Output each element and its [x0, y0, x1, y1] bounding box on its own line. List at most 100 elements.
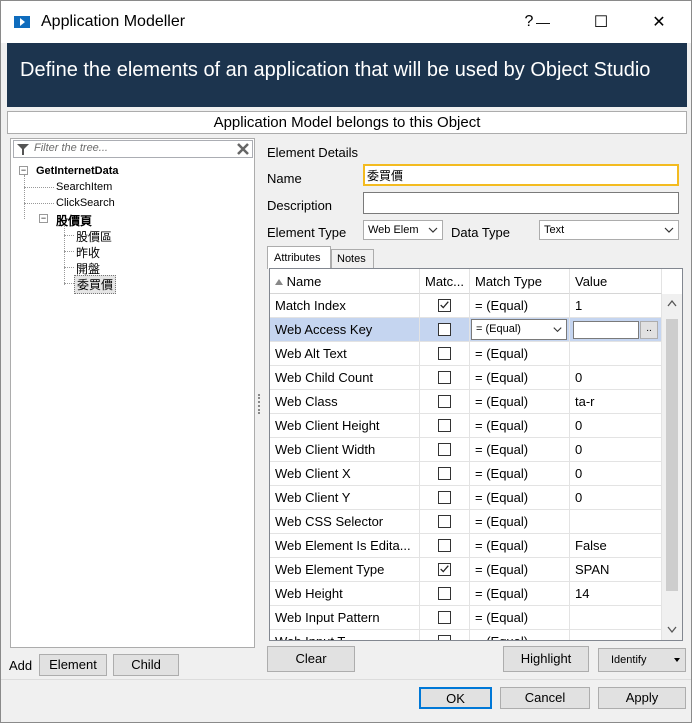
- match-checkbox[interactable]: [438, 419, 451, 432]
- cancel-button[interactable]: Cancel: [500, 687, 590, 709]
- match-type-cell[interactable]: = (Equal): [470, 510, 570, 534]
- match-checkbox[interactable]: [438, 371, 451, 384]
- match-type-cell[interactable]: = (Equal): [470, 606, 570, 630]
- match-checkbox[interactable]: [438, 323, 451, 336]
- value-cell[interactable]: 0: [570, 438, 662, 462]
- match-type-cell[interactable]: = (Equal): [470, 438, 570, 462]
- match-type-cell[interactable]: = (Equal): [470, 366, 570, 390]
- identify-dropdown[interactable]: Identify: [598, 648, 686, 672]
- match-type-cell[interactable]: = (Equal): [470, 294, 570, 318]
- clear-button[interactable]: Clear: [267, 646, 355, 672]
- table-row[interactable]: Web Input Pattern = (Equal): [270, 606, 662, 630]
- table-row[interactable]: Web Client X = (Equal) 0: [270, 462, 662, 486]
- value-cell[interactable]: ..: [570, 318, 662, 342]
- match-type-cell[interactable]: = (Equal): [470, 630, 570, 640]
- value-editor-button[interactable]: ..: [640, 321, 658, 339]
- tree-node-child[interactable]: 昨收: [76, 244, 100, 261]
- match-type-cell[interactable]: = (Equal): [470, 318, 570, 342]
- value-cell[interactable]: ta-r: [570, 390, 662, 414]
- table-row[interactable]: Web Class = (Equal) ta-r: [270, 390, 662, 414]
- close-button[interactable]: ✕: [637, 1, 681, 43]
- value-cell[interactable]: False: [570, 534, 662, 558]
- scroll-up-icon[interactable]: [667, 299, 677, 307]
- match-type-cell[interactable]: = (Equal): [470, 486, 570, 510]
- match-checkbox[interactable]: [438, 347, 451, 360]
- value-cell[interactable]: 14: [570, 582, 662, 606]
- match-type-cell[interactable]: = (Equal): [470, 558, 570, 582]
- match-type-cell[interactable]: = (Equal): [470, 534, 570, 558]
- match-type-cell[interactable]: = (Equal): [470, 342, 570, 366]
- match-checkbox[interactable]: [438, 443, 451, 456]
- maximize-button[interactable]: ☐: [579, 1, 623, 43]
- table-row[interactable]: Web Element Is Edita... = (Equal) False: [270, 534, 662, 558]
- value-cell[interactable]: 0: [570, 462, 662, 486]
- table-row[interactable]: Web CSS Selector = (Equal): [270, 510, 662, 534]
- collapse-icon[interactable]: −: [39, 214, 48, 223]
- value-input[interactable]: [573, 321, 639, 339]
- match-checkbox[interactable]: [438, 515, 451, 528]
- match-checkbox[interactable]: [438, 635, 451, 640]
- value-cell[interactable]: [570, 342, 662, 366]
- minimize-button[interactable]: —: [521, 1, 565, 43]
- value-cell[interactable]: 0: [570, 414, 662, 438]
- scrollbar-thumb[interactable]: [666, 319, 678, 591]
- match-checkbox[interactable]: [438, 539, 451, 552]
- match-type-cell[interactable]: = (Equal): [470, 462, 570, 486]
- table-row[interactable]: Web Client Width = (Equal) 0: [270, 438, 662, 462]
- match-type-cell[interactable]: = (Equal): [470, 414, 570, 438]
- value-cell[interactable]: 1: [570, 294, 662, 318]
- element-type-dropdown[interactable]: Web Elem: [363, 220, 443, 240]
- column-header-match[interactable]: Matc...: [420, 269, 470, 294]
- value-cell[interactable]: SPAN: [570, 558, 662, 582]
- match-type-cell[interactable]: = (Equal): [470, 390, 570, 414]
- name-input[interactable]: 委買價: [363, 164, 679, 186]
- match-checkbox[interactable]: [438, 467, 451, 480]
- value-cell[interactable]: [570, 630, 662, 640]
- match-checkbox[interactable]: [438, 395, 451, 408]
- value-cell[interactable]: 0: [570, 366, 662, 390]
- match-checkbox[interactable]: [438, 299, 451, 312]
- table-row[interactable]: Match Index = (Equal) 1: [270, 294, 662, 318]
- table-row[interactable]: Web Client Height = (Equal) 0: [270, 414, 662, 438]
- value-cell[interactable]: 0: [570, 486, 662, 510]
- splitter-grip[interactable]: [258, 394, 260, 414]
- table-row[interactable]: Web Access Key = (Equal)..: [270, 318, 662, 342]
- match-checkbox[interactable]: [438, 587, 451, 600]
- match-checkbox[interactable]: [438, 611, 451, 624]
- tab-attributes[interactable]: Attributes: [267, 246, 331, 269]
- attributes-grid[interactable]: Name Matc... Match Type Value Match Inde…: [269, 268, 683, 641]
- tree-filter-input[interactable]: Filter the tree...: [13, 140, 253, 158]
- table-row[interactable]: Web Alt Text = (Equal): [270, 342, 662, 366]
- match-type-cell[interactable]: = (Equal): [470, 582, 570, 606]
- table-row[interactable]: Web Child Count = (Equal) 0: [270, 366, 662, 390]
- element-tree[interactable]: Filter the tree... − GetInternetData Sea…: [10, 138, 255, 648]
- column-header-value[interactable]: Value: [570, 269, 662, 294]
- ok-button[interactable]: OK: [419, 687, 492, 709]
- apply-button[interactable]: Apply: [598, 687, 686, 709]
- value-cell[interactable]: [570, 510, 662, 534]
- table-row[interactable]: Web Element Type = (Equal) SPAN: [270, 558, 662, 582]
- table-row[interactable]: Web Height = (Equal) 14: [270, 582, 662, 606]
- tree-node-child[interactable]: 股價區: [76, 228, 112, 245]
- highlight-button[interactable]: Highlight: [503, 646, 589, 672]
- clear-filter-icon[interactable]: [236, 142, 250, 156]
- object-link-bar[interactable]: Application Model belongs to this Object: [7, 111, 687, 134]
- column-header-match-type[interactable]: Match Type: [470, 269, 570, 294]
- scroll-down-icon[interactable]: [667, 626, 677, 634]
- table-row[interactable]: Web Client Y = (Equal) 0: [270, 486, 662, 510]
- tab-notes[interactable]: Notes: [331, 249, 374, 268]
- value-cell[interactable]: [570, 606, 662, 630]
- tree-node-selected[interactable]: 委買價: [74, 275, 117, 294]
- tree-node-searchitem[interactable]: SearchItem: [56, 181, 112, 193]
- tree-node-clicksearch[interactable]: ClickSearch: [56, 197, 115, 209]
- match-checkbox[interactable]: [438, 491, 451, 504]
- match-type-dropdown[interactable]: = (Equal): [471, 319, 567, 340]
- tree-node-root[interactable]: GetInternetData: [36, 165, 119, 177]
- add-element-button[interactable]: Element: [39, 654, 107, 676]
- data-type-dropdown[interactable]: Text: [539, 220, 679, 240]
- match-checkbox[interactable]: [438, 563, 451, 576]
- table-row[interactable]: Web Input T... = (Equal): [270, 630, 662, 640]
- description-input[interactable]: [363, 192, 679, 214]
- tree-node-group[interactable]: 股價頁: [56, 212, 92, 229]
- column-header-name[interactable]: Name: [270, 269, 420, 294]
